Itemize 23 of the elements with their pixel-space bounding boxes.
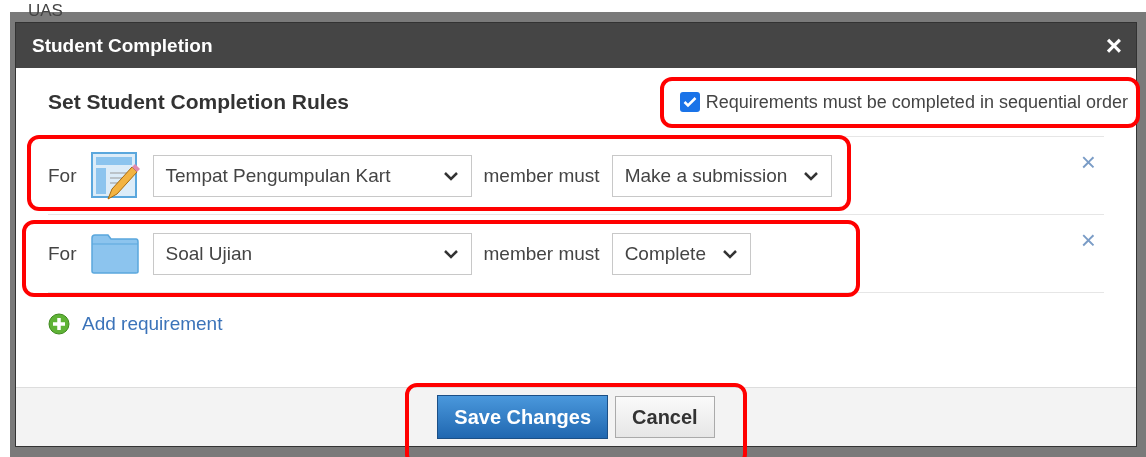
cancel-button[interactable]: Cancel [615,396,715,438]
chevron-down-icon [442,170,459,181]
assignment-pencil-icon [89,150,140,201]
add-icon[interactable] [48,313,70,335]
chevron-down-icon [721,248,738,259]
section-heading: Set Student Completion Rules [48,90,349,114]
add-requirement-link[interactable]: Add requirement [82,313,223,335]
folder-icon [90,233,139,274]
for-label: For [48,164,77,187]
chevron-down-icon [442,248,459,259]
dialog-title: Student Completion [32,34,213,57]
item-select[interactable]: Tempat Pengumpulan Kart [152,154,472,197]
save-button[interactable]: Save Changes [437,395,609,439]
close-button[interactable]: × [1105,31,1122,60]
action-select[interactable]: Complete [611,232,751,275]
chevron-down-icon [803,170,820,181]
item-select[interactable]: Soal Ujian [152,232,472,275]
member-must-label: member must [483,164,600,187]
member-must-label: member must [483,242,600,265]
checkbox[interactable] [679,92,700,112]
action-select[interactable]: Make a submission [611,154,833,197]
for-label: For [48,242,77,265]
checkbox-label: Requirements must be completed in sequential order [705,91,1128,113]
